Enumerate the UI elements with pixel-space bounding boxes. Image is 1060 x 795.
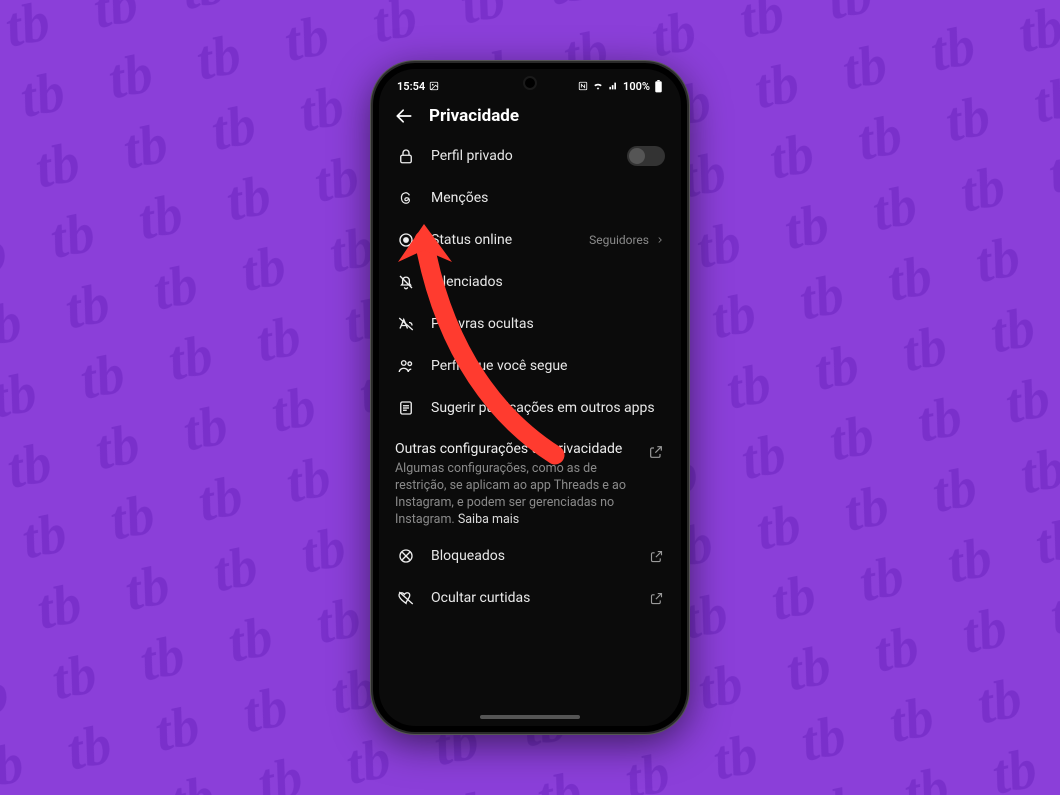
row-label: Sugerir publicações em outros apps [431,400,665,416]
battery-label: 100% [623,80,650,93]
people-icon [395,355,417,377]
hidden-words-icon [395,313,417,335]
row-muted[interactable]: Silenciados [385,261,675,303]
nfc-icon [578,81,588,91]
row-blocked[interactable]: Bloqueados [385,535,675,577]
other-privacy-section: Outras configurações de privacidade Algu… [379,429,681,533]
row-value: Seguidores [589,233,665,247]
tutorial-background: tb 15:54 [0,0,1060,795]
app-header: Privacidade [379,97,681,133]
row-label: Bloqueados [431,548,633,564]
phone-frame: 15:54 100% [373,63,687,732]
threads-icon [395,187,417,209]
row-profiles-you-follow[interactable]: Perfis que você segue [385,345,675,387]
row-label: Menções [431,190,665,206]
wifi-icon [592,81,604,91]
image-indicator-icon [429,81,439,91]
front-camera [525,78,535,88]
gesture-bar [480,715,580,719]
arrow-left-icon [394,106,414,126]
phone-screen: 15:54 100% [379,69,681,726]
row-hide-likes[interactable]: Ocultar curtidas [385,577,675,619]
row-label: Silenciados [431,274,665,290]
battery-icon [654,80,663,93]
row-label: Ocultar curtidas [431,590,633,606]
row-hidden-words[interactable]: Palavras ocultas [385,303,675,345]
external-settings-list: Bloqueados Ocultar curtidas [379,533,681,619]
row-mentions[interactable]: Menções [385,177,675,219]
settings-list: Perfil privado Menções Status online S [379,133,681,429]
row-label: Perfis que você segue [431,358,665,374]
external-link-icon [647,590,665,608]
row-online-status[interactable]: Status online Seguidores [385,219,675,261]
status-dot-icon [395,229,417,251]
row-label: Perfil privado [431,148,613,164]
row-suggest-posts[interactable]: Sugerir publicações em outros apps [385,387,675,429]
row-label: Status online [431,232,575,248]
status-time: 15:54 [397,80,425,93]
bell-off-icon [395,271,417,293]
learn-more-link[interactable]: Saiba mais [458,512,519,527]
signal-icon [608,81,619,91]
blocked-icon [395,545,417,567]
lock-icon [395,145,417,167]
private-profile-toggle[interactable] [627,146,665,166]
row-private-profile[interactable]: Perfil privado [385,135,675,177]
section-heading: Outras configurações de privacidade [395,441,637,457]
page-title: Privacidade [429,106,519,126]
heart-off-icon [395,587,417,609]
section-description: Algumas configurações, como as de restri… [395,461,637,529]
back-button[interactable] [393,105,415,127]
row-label: Palavras ocultas [431,316,665,332]
external-link-icon[interactable] [647,443,665,461]
chevron-right-icon [655,235,665,245]
external-link-icon [647,548,665,566]
document-lines-icon [395,397,417,419]
